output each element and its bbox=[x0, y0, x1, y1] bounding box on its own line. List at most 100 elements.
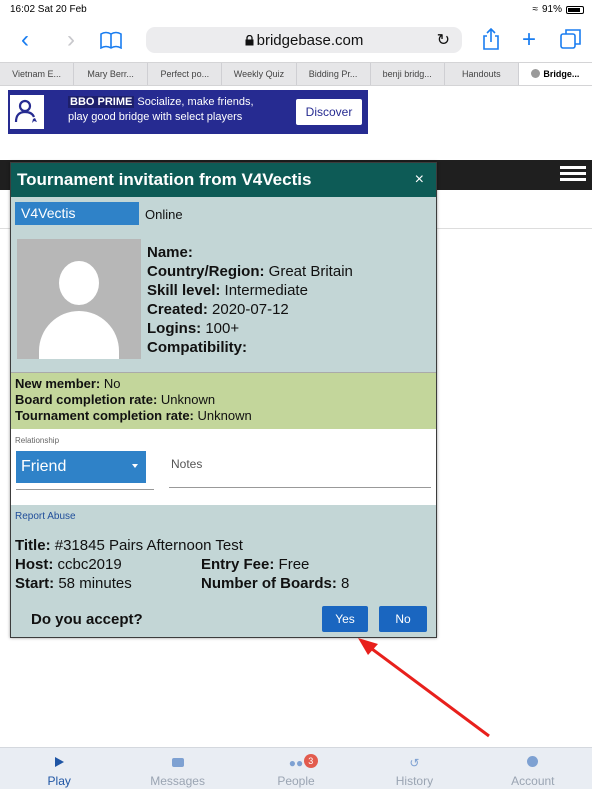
forward-icon[interactable]: › bbox=[56, 26, 86, 54]
people-icon: ●● bbox=[288, 756, 304, 770]
browser-toolbar: ‹ › bridgebase.com ↻ + bbox=[0, 22, 592, 58]
favicon-icon bbox=[531, 69, 541, 78]
address-host: bridgebase.com bbox=[146, 32, 462, 49]
no-button[interactable]: No bbox=[379, 606, 427, 632]
nav-people-label: People bbox=[277, 774, 315, 788]
boards-label: Number of Boards: bbox=[201, 575, 337, 592]
wifi-icon: ≈ bbox=[532, 4, 538, 15]
bookmarks-icon[interactable] bbox=[96, 26, 126, 54]
relationship-select[interactable]: Friend bbox=[16, 451, 146, 483]
address-bar[interactable]: bridgebase.com ↻ bbox=[146, 27, 462, 53]
country-value: Great Britain bbox=[268, 263, 353, 280]
status-time: 16:02 Sat 20 Feb bbox=[10, 4, 87, 15]
chevron-down-icon bbox=[132, 464, 138, 468]
skill-label: Skill level: bbox=[147, 282, 221, 299]
presence-status: Online bbox=[145, 207, 183, 222]
bbo-prime-banner[interactable]: BBO PRIME Socialize, make friends, play … bbox=[8, 90, 368, 134]
tabs-icon[interactable] bbox=[556, 26, 586, 54]
created-label: Created: bbox=[147, 301, 208, 318]
people-badge: 3 bbox=[303, 754, 318, 768]
notes-field[interactable]: Notes bbox=[171, 457, 202, 471]
banner-line1-text: Socialize, make friends, bbox=[137, 96, 254, 108]
compatibility-label: Compatibility: bbox=[147, 339, 247, 356]
tab-handouts[interactable]: Handouts bbox=[445, 63, 519, 85]
reload-icon[interactable]: ↻ bbox=[437, 30, 450, 50]
tournament-title-label: Title: bbox=[15, 537, 51, 554]
tournament-title-value: #31845 Pairs Afternoon Test bbox=[54, 537, 243, 554]
relationship-value: Friend bbox=[21, 458, 67, 475]
new-member-label: New member: bbox=[15, 376, 101, 391]
accept-question: Do you accept? bbox=[31, 611, 143, 628]
status-right: ≈ 91% bbox=[532, 4, 584, 15]
tab-vietnam[interactable]: Vietnam E... bbox=[0, 63, 75, 85]
menu-icon[interactable] bbox=[560, 163, 586, 185]
bottom-nav: Play Messages ●● 3 People ↺ History Acco… bbox=[0, 747, 592, 789]
avatar bbox=[17, 239, 141, 359]
entry-fee-value: Free bbox=[278, 556, 310, 573]
yes-button[interactable]: Yes bbox=[322, 606, 368, 632]
created-value: 2020-07-12 bbox=[212, 301, 289, 318]
skill-value: Intermediate bbox=[224, 282, 308, 299]
close-icon[interactable]: × bbox=[415, 163, 424, 197]
tab-bridge-active[interactable]: Bridge... bbox=[518, 63, 592, 85]
tab-bidding[interactable]: Bidding Pr... bbox=[297, 63, 371, 85]
member-stats: New member: No Board completion rate: Un… bbox=[11, 372, 436, 429]
tournament-invitation-dialog: Tournament invitation from V4Vectis × V4… bbox=[10, 162, 437, 638]
dialog-header: Tournament invitation from V4Vectis × bbox=[11, 163, 436, 197]
notes-underline bbox=[169, 487, 431, 488]
tab-mary-berry[interactable]: Mary Berr... bbox=[74, 63, 149, 85]
nav-history[interactable]: ↺ History bbox=[355, 748, 473, 789]
nav-messages[interactable]: Messages bbox=[118, 748, 236, 789]
tab-benji[interactable]: benji bridg... bbox=[371, 63, 445, 85]
tournament-rate-value: Unknown bbox=[197, 408, 252, 423]
account-icon bbox=[527, 756, 539, 767]
select-underline bbox=[16, 489, 154, 490]
screen: 16:02 Sat 20 Feb ≈ 91% ‹ › bridgebase.co… bbox=[0, 0, 592, 789]
board-rate-label: Board completion rate: bbox=[15, 392, 158, 407]
board-rate-value: Unknown bbox=[160, 392, 216, 407]
host-text: bridgebase.com bbox=[256, 32, 364, 49]
history-icon: ↺ bbox=[409, 756, 420, 770]
nav-account[interactable]: Account bbox=[474, 748, 592, 789]
play-icon bbox=[54, 757, 64, 767]
back-icon[interactable]: ‹ bbox=[10, 26, 40, 54]
nav-play-label: Play bbox=[47, 774, 71, 788]
new-tab-icon[interactable]: + bbox=[514, 26, 544, 54]
report-abuse-link[interactable]: Report Abuse bbox=[15, 511, 76, 522]
discover-button[interactable]: Discover bbox=[296, 99, 362, 125]
host-label: Host: bbox=[15, 556, 54, 573]
nav-account-label: Account bbox=[511, 774, 555, 788]
nav-messages-label: Messages bbox=[150, 774, 205, 788]
battery-icon bbox=[566, 5, 584, 14]
logins-value: 100+ bbox=[205, 320, 240, 337]
entry-fee-label: Entry Fee: bbox=[201, 556, 275, 573]
banner-line2: play good bridge with select players bbox=[68, 111, 243, 123]
relationship-section: Relationship Friend Notes bbox=[11, 429, 436, 505]
dialog-title: Tournament invitation from V4Vectis bbox=[17, 170, 312, 189]
messages-icon bbox=[171, 758, 184, 767]
status-bar: 16:02 Sat 20 Feb ≈ 91% bbox=[0, 0, 592, 20]
boards-value: 8 bbox=[341, 575, 350, 592]
banner-line1: BBO PRIME Socialize, make friends, bbox=[68, 96, 254, 108]
start-value: 58 minutes bbox=[58, 575, 132, 592]
username-button[interactable]: V4Vectis bbox=[15, 202, 139, 225]
tournament-rate-label: Tournament completion rate: bbox=[15, 408, 194, 423]
prime-logo-icon bbox=[10, 95, 44, 129]
tab-perfect[interactable]: Perfect po... bbox=[148, 63, 223, 85]
start-label: Start: bbox=[15, 575, 55, 592]
nav-play[interactable]: Play bbox=[0, 748, 118, 789]
nav-people[interactable]: ●● 3 People bbox=[237, 748, 355, 789]
country-label: Country/Region: bbox=[147, 263, 265, 280]
banner-brand: BBO PRIME bbox=[68, 96, 135, 108]
battery-percent: 91% bbox=[541, 4, 562, 15]
user-row: V4Vectis Online bbox=[11, 197, 436, 225]
logins-label: Logins: bbox=[147, 320, 202, 337]
tab-weekly-quiz[interactable]: Weekly Quiz bbox=[222, 63, 297, 85]
nav-history-label: History bbox=[395, 774, 434, 788]
share-icon[interactable] bbox=[476, 26, 506, 54]
relationship-label: Relationship bbox=[15, 436, 60, 445]
tab-strip: Vietnam E... Mary Berr... Perfect po... … bbox=[0, 62, 592, 86]
lock-icon bbox=[245, 34, 254, 46]
tab-bridge-label: Bridge... bbox=[543, 69, 580, 79]
profile-info: Name: Country/Region: Great Britain Skil… bbox=[147, 243, 353, 357]
